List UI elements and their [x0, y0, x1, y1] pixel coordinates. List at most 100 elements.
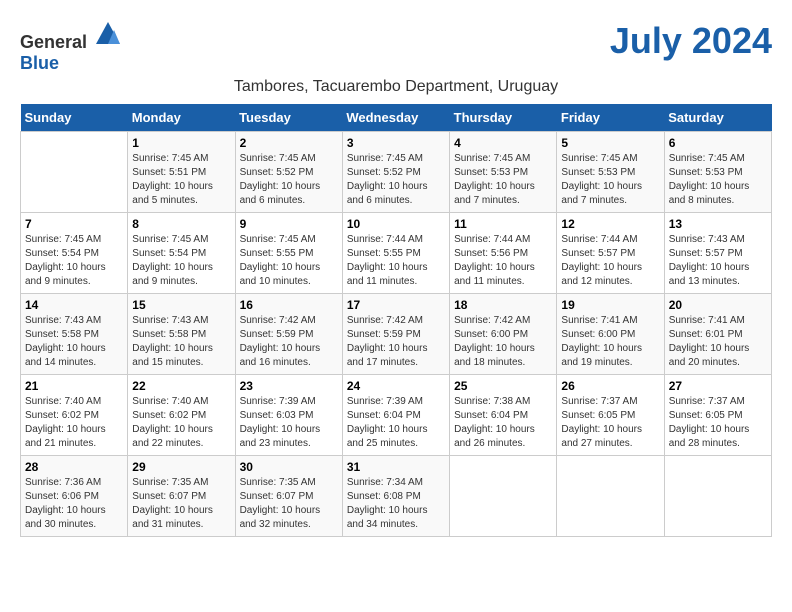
day-number: 19 [561, 298, 659, 312]
day-info: Sunrise: 7:45 AMSunset: 5:55 PMDaylight:… [240, 233, 338, 289]
calendar-cell: 15 Sunrise: 7:43 AMSunset: 5:58 PMDayligh… [128, 294, 235, 375]
calendar-cell: 9Sunrise: 7:45 AMSunset: 5:55 PMDaylight… [235, 213, 342, 294]
calendar-cell: 3Sunrise: 7:45 AMSunset: 5:52 PMDaylight… [342, 132, 449, 213]
weekday-header: Friday [557, 104, 664, 132]
calendar-week-row: 1Sunrise: 7:45 AMSunset: 5:51 PMDaylight… [21, 132, 772, 213]
month-title: July 2024 [610, 20, 772, 62]
calendar-cell: 27 Sunrise: 7:37 AMSunset: 6:05 PMDayligh… [664, 375, 771, 456]
day-info: Sunrise: 7:45 AMSunset: 5:53 PMDaylight:… [454, 152, 552, 208]
weekday-header: Wednesday [342, 104, 449, 132]
weekday-header: Monday [128, 104, 235, 132]
day-info: Sunrise: 7:44 AMSunset: 5:57 PMDaylight:… [561, 233, 659, 289]
day-info: Sunrise: 7:41 AMSunset: 6:01 PMDaylight:… [669, 314, 767, 370]
calendar-cell: 18 Sunrise: 7:42 AMSunset: 6:00 PMDayligh… [450, 294, 557, 375]
day-number: 3 [347, 136, 445, 150]
calendar-cell [557, 456, 664, 537]
calendar-cell: 5 Sunrise: 7:45 AMSunset: 5:53 PMDaylight… [557, 132, 664, 213]
calendar-week-row: 21 Sunrise: 7:40 AMSunset: 6:02 PMDayligh… [21, 375, 772, 456]
day-number: 5 [561, 136, 659, 150]
calendar-cell: 29 Sunrise: 7:35 AMSunset: 6:07 PMDayligh… [128, 456, 235, 537]
calendar-cell: 20 Sunrise: 7:41 AMSunset: 6:01 PMDayligh… [664, 294, 771, 375]
weekday-header: Sunday [21, 104, 128, 132]
day-number: 17 [347, 298, 445, 312]
calendar-cell: 4 Sunrise: 7:45 AMSunset: 5:53 PMDaylight… [450, 132, 557, 213]
calendar-cell: 19 Sunrise: 7:41 AMSunset: 6:00 PMDayligh… [557, 294, 664, 375]
day-info: Sunrise: 7:45 AMSunset: 5:52 PMDaylight:… [240, 152, 338, 208]
day-info: Sunrise: 7:42 AMSunset: 6:00 PMDaylight:… [454, 314, 552, 370]
calendar-cell: 22Sunrise: 7:40 AMSunset: 6:02 PMDayligh… [128, 375, 235, 456]
day-number: 7 [25, 217, 123, 231]
day-number: 31 [347, 460, 445, 474]
day-info: Sunrise: 7:37 AMSunset: 6:05 PMDaylight:… [669, 395, 767, 451]
day-info: Sunrise: 7:42 AMSunset: 5:59 PMDaylight:… [240, 314, 338, 370]
day-info: Sunrise: 7:43 AMSunset: 5:58 PMDaylight:… [25, 314, 123, 370]
day-number: 4 [454, 136, 552, 150]
calendar-cell: 11Sunrise: 7:44 AMSunset: 5:56 PMDayligh… [450, 213, 557, 294]
calendar-cell: 10 Sunrise: 7:44 AMSunset: 5:55 PMDayligh… [342, 213, 449, 294]
day-number: 26 [561, 379, 659, 393]
day-number: 6 [669, 136, 767, 150]
day-info: Sunrise: 7:39 AMSunset: 6:03 PMDaylight:… [240, 395, 338, 451]
logo-icon [94, 20, 122, 48]
day-info: Sunrise: 7:45 AMSunset: 5:54 PMDaylight:… [25, 233, 123, 289]
calendar-cell: 28 Sunrise: 7:36 AMSunset: 6:06 PMDayligh… [21, 456, 128, 537]
calendar-cell: 16 Sunrise: 7:42 AMSunset: 5:59 PMDayligh… [235, 294, 342, 375]
day-info: Sunrise: 7:40 AMSunset: 6:02 PMDaylight:… [132, 395, 230, 451]
day-number: 21 [25, 379, 123, 393]
calendar-cell: 2 Sunrise: 7:45 AMSunset: 5:52 PMDaylight… [235, 132, 342, 213]
day-info: Sunrise: 7:43 AMSunset: 5:57 PMDaylight:… [669, 233, 767, 289]
calendar-cell: 23 Sunrise: 7:39 AMSunset: 6:03 PMDayligh… [235, 375, 342, 456]
header: General Blue July 2024 [20, 20, 772, 74]
calendar-cell: 17 Sunrise: 7:42 AMSunset: 5:59 PMDayligh… [342, 294, 449, 375]
day-info: Sunrise: 7:44 AMSunset: 5:55 PMDaylight:… [347, 233, 445, 289]
day-number: 28 [25, 460, 123, 474]
day-number: 20 [669, 298, 767, 312]
calendar-header: SundayMondayTuesdayWednesdayThursdayFrid… [21, 104, 772, 132]
calendar-week-row: 14 Sunrise: 7:43 AMSunset: 5:58 PMDayligh… [21, 294, 772, 375]
day-number: 12 [561, 217, 659, 231]
calendar-cell: 14 Sunrise: 7:43 AMSunset: 5:58 PMDayligh… [21, 294, 128, 375]
day-number: 2 [240, 136, 338, 150]
weekday-header: Tuesday [235, 104, 342, 132]
calendar-cell: 21 Sunrise: 7:40 AMSunset: 6:02 PMDayligh… [21, 375, 128, 456]
day-info: Sunrise: 7:43 AMSunset: 5:58 PMDaylight:… [132, 314, 230, 370]
weekday-header: Saturday [664, 104, 771, 132]
day-number: 14 [25, 298, 123, 312]
day-info: Sunrise: 7:45 AMSunset: 5:53 PMDaylight:… [669, 152, 767, 208]
day-info: Sunrise: 7:36 AMSunset: 6:06 PMDaylight:… [25, 476, 123, 532]
day-number: 27 [669, 379, 767, 393]
calendar-cell: 26 Sunrise: 7:37 AMSunset: 6:05 PMDayligh… [557, 375, 664, 456]
day-info: Sunrise: 7:39 AMSunset: 6:04 PMDaylight:… [347, 395, 445, 451]
day-info: Sunrise: 7:35 AMSunset: 6:07 PMDaylight:… [240, 476, 338, 532]
day-number: 10 [347, 217, 445, 231]
day-info: Sunrise: 7:41 AMSunset: 6:00 PMDaylight:… [561, 314, 659, 370]
day-info: Sunrise: 7:37 AMSunset: 6:05 PMDaylight:… [561, 395, 659, 451]
calendar-cell [664, 456, 771, 537]
day-info: Sunrise: 7:45 AMSunset: 5:54 PMDaylight:… [132, 233, 230, 289]
day-number: 23 [240, 379, 338, 393]
calendar-cell [450, 456, 557, 537]
calendar-cell: 1Sunrise: 7:45 AMSunset: 5:51 PMDaylight… [128, 132, 235, 213]
day-info: Sunrise: 7:40 AMSunset: 6:02 PMDaylight:… [25, 395, 123, 451]
day-info: Sunrise: 7:34 AMSunset: 6:08 PMDaylight:… [347, 476, 445, 532]
day-number: 25 [454, 379, 552, 393]
day-number: 13 [669, 217, 767, 231]
calendar-cell: 25Sunrise: 7:38 AMSunset: 6:04 PMDayligh… [450, 375, 557, 456]
calendar-cell: 6 Sunrise: 7:45 AMSunset: 5:53 PMDaylight… [664, 132, 771, 213]
calendar-cell: 12 Sunrise: 7:44 AMSunset: 5:57 PMDayligh… [557, 213, 664, 294]
day-number: 29 [132, 460, 230, 474]
logo-blue: Blue [20, 53, 59, 73]
day-info: Sunrise: 7:35 AMSunset: 6:07 PMDaylight:… [132, 476, 230, 532]
day-number: 24 [347, 379, 445, 393]
day-number: 16 [240, 298, 338, 312]
day-number: 15 [132, 298, 230, 312]
day-info: Sunrise: 7:45 AMSunset: 5:53 PMDaylight:… [561, 152, 659, 208]
day-info: Sunrise: 7:45 AMSunset: 5:51 PMDaylight:… [132, 152, 230, 208]
calendar-week-row: 28 Sunrise: 7:36 AMSunset: 6:06 PMDayligh… [21, 456, 772, 537]
calendar-week-row: 7 Sunrise: 7:45 AMSunset: 5:54 PMDaylight… [21, 213, 772, 294]
logo: General Blue [20, 20, 122, 74]
calendar-cell [21, 132, 128, 213]
day-info: Sunrise: 7:42 AMSunset: 5:59 PMDaylight:… [347, 314, 445, 370]
calendar-table: SundayMondayTuesdayWednesdayThursdayFrid… [20, 104, 772, 537]
day-number: 18 [454, 298, 552, 312]
